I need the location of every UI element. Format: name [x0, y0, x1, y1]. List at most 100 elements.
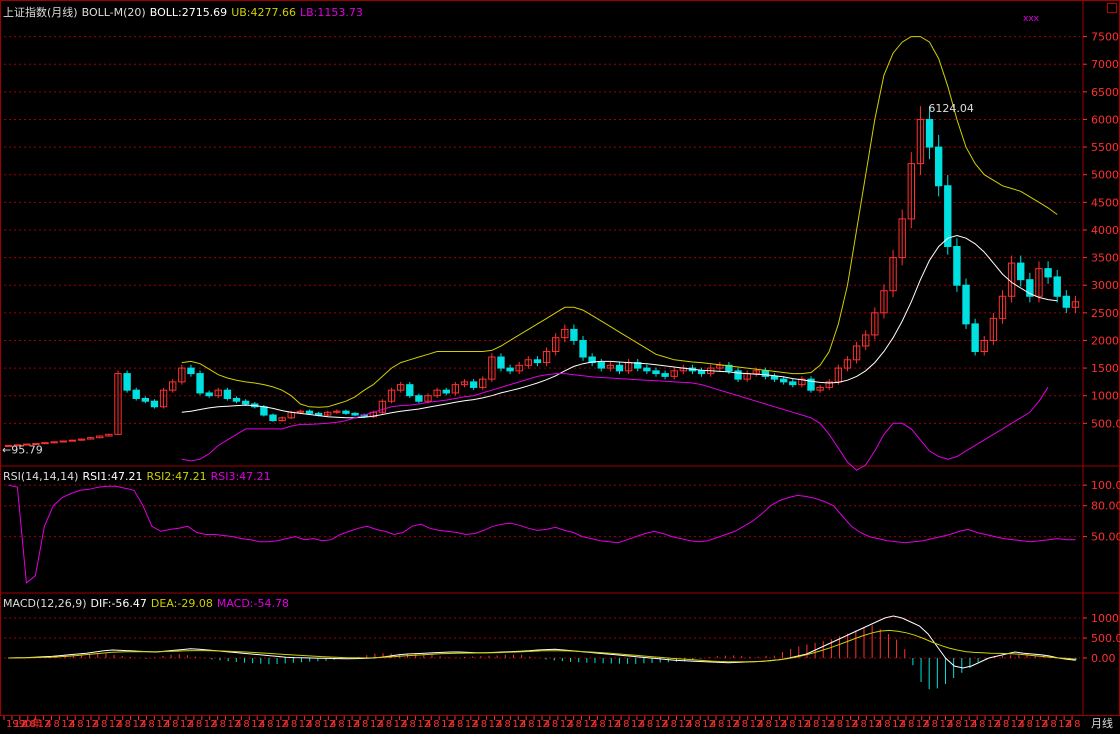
x-tick-label: 8 — [979, 719, 985, 730]
stock-chart[interactable]: 500.0 1000 1500 2000 2500 3000 3500 4000 4500 500… — [0, 0, 1120, 731]
x-tick-label: 4 — [686, 719, 692, 730]
candle-down — [442, 389, 450, 394]
candle-down — [232, 397, 241, 402]
rsi-ytick-label: 50.00 — [1091, 531, 1120, 544]
candle-down — [697, 370, 706, 375]
macd-ytick-label: 1000 — [1091, 612, 1119, 625]
candle-down — [962, 284, 970, 325]
x-tick-label: 4 — [663, 719, 669, 730]
x-tick-label: 8 — [386, 719, 392, 730]
candle-down — [770, 375, 779, 380]
dea-value: DEA:-29.08 — [150, 597, 213, 610]
x-tick-label: 8 — [742, 719, 748, 730]
chart-canvas[interactable]: 500.0 1000 1500 2000 2500 3000 3500 4000 4500 500… — [0, 0, 1120, 731]
candle-down — [415, 395, 423, 402]
x-tick-label: 8 — [504, 719, 510, 730]
x-tick-label: 4 — [473, 719, 479, 730]
x-tick-label: 8 — [338, 719, 344, 730]
rsi3-value: RSI3:47.21 — [210, 470, 271, 483]
x-tick-label: 8 — [433, 719, 439, 730]
x-tick-label: 8 — [623, 719, 629, 730]
x-tick-label: 4 — [615, 719, 621, 730]
x-tick-label: 8 — [196, 719, 202, 730]
x-tick-label: 8 — [813, 719, 819, 730]
x-tick-label: 8 — [481, 719, 487, 730]
candle-down — [1017, 262, 1025, 281]
x-tick-label: 4 — [22, 719, 28, 730]
x-tick-label: 8 — [932, 719, 938, 730]
x-tick-label: 4 — [853, 719, 859, 730]
candle-down — [661, 373, 669, 377]
candle-down — [1044, 268, 1052, 278]
candle-down — [570, 328, 578, 341]
x-tick-label: 4 — [46, 719, 52, 730]
x-tick-label: 4 — [497, 719, 503, 730]
candle-down — [305, 410, 314, 414]
candle-down — [132, 389, 140, 399]
main-ytick-label: 1000 — [1091, 390, 1119, 403]
candle-down — [953, 246, 961, 286]
main-ytick-label: 4500 — [1091, 196, 1119, 209]
x-tick-label: 4 — [924, 719, 930, 730]
candle-down — [597, 362, 605, 369]
x-tick-label: 8 — [860, 719, 866, 730]
candle-down — [187, 367, 195, 375]
x-tick-label: 4 — [876, 719, 882, 730]
x-tick-label: 8 — [101, 719, 107, 730]
x-tick-label: 4 — [164, 719, 170, 730]
low-annotation: ←95.79 — [2, 443, 43, 456]
main-ytick-label: 7000 — [1091, 58, 1119, 71]
rsi-pane-header: RSI(14,14,14) RSI1:47.21 RSI2:47.21 RSI3:47… — [3, 470, 275, 483]
main-ytick-label: 6000 — [1091, 113, 1119, 126]
candle-up — [50, 441, 58, 444]
rsi-ytick-label: 100.00 — [1091, 479, 1120, 492]
x-tick-label: 4 — [425, 719, 431, 730]
x-tick-label: 4 — [781, 719, 787, 730]
x-tick-label: 4 — [544, 719, 550, 730]
main-ytick-label: 4000 — [1091, 224, 1119, 237]
x-tick-label: 8 — [291, 719, 297, 730]
main-ytick-label: 7500 — [1091, 31, 1119, 44]
x-tick-label: 4 — [758, 719, 764, 730]
candle-down — [579, 339, 587, 358]
candle-down — [223, 389, 232, 399]
x-tick-label: 4 — [188, 719, 194, 730]
x-tick-label: 4 — [805, 719, 811, 730]
x-tick-label: 8 — [148, 719, 154, 730]
x-tick-label: 8 — [220, 719, 226, 730]
main-title: 上证指数(月线) — [3, 6, 78, 19]
boll-value: BOLL:2715.69 — [149, 6, 228, 19]
candle-down — [196, 373, 204, 394]
x-tick-label: 4 — [117, 719, 123, 730]
x-tick-label: 8 — [362, 719, 368, 730]
candle-down — [643, 367, 651, 372]
dif-line — [8, 615, 1076, 669]
x-tick-label: 8 — [718, 719, 724, 730]
x-tick-label: 8 — [552, 719, 558, 730]
main-tag: xxx — [1023, 14, 1039, 24]
x-tick-label: 8 — [1050, 719, 1056, 730]
candle-down — [150, 400, 159, 408]
pane-corner-marker[interactable] — [1107, 3, 1117, 13]
x-tick-label: 4 — [449, 719, 455, 730]
rsi-line — [8, 484, 1076, 584]
candle-down — [141, 397, 150, 402]
main-ytick-label: 500.0 — [1091, 417, 1120, 430]
x-tick-label: 8 — [694, 719, 700, 730]
candle-down — [269, 414, 277, 422]
macd-value: MACD:-54.78 — [216, 597, 289, 610]
x-tick-label: 8 — [884, 719, 890, 730]
candle-down — [779, 378, 788, 383]
x-tick-label: 8 — [77, 719, 83, 730]
x-tick-label: 8 — [671, 719, 677, 730]
x-tick-label: 8 — [125, 719, 131, 730]
x-tick-label: 4 — [141, 719, 147, 730]
main-ytick-label: 2500 — [1091, 307, 1119, 320]
x-tick-label: 8 — [908, 719, 914, 730]
rsi-ytick-label: 80.00 — [1091, 500, 1120, 513]
x-tick-label: 4 — [710, 719, 716, 730]
x-tick-label: 4 — [734, 719, 740, 730]
x-tick-label: 8 — [647, 719, 653, 730]
candle-down — [1053, 276, 1061, 297]
macd-ytick-label: 0.00 — [1091, 652, 1116, 665]
